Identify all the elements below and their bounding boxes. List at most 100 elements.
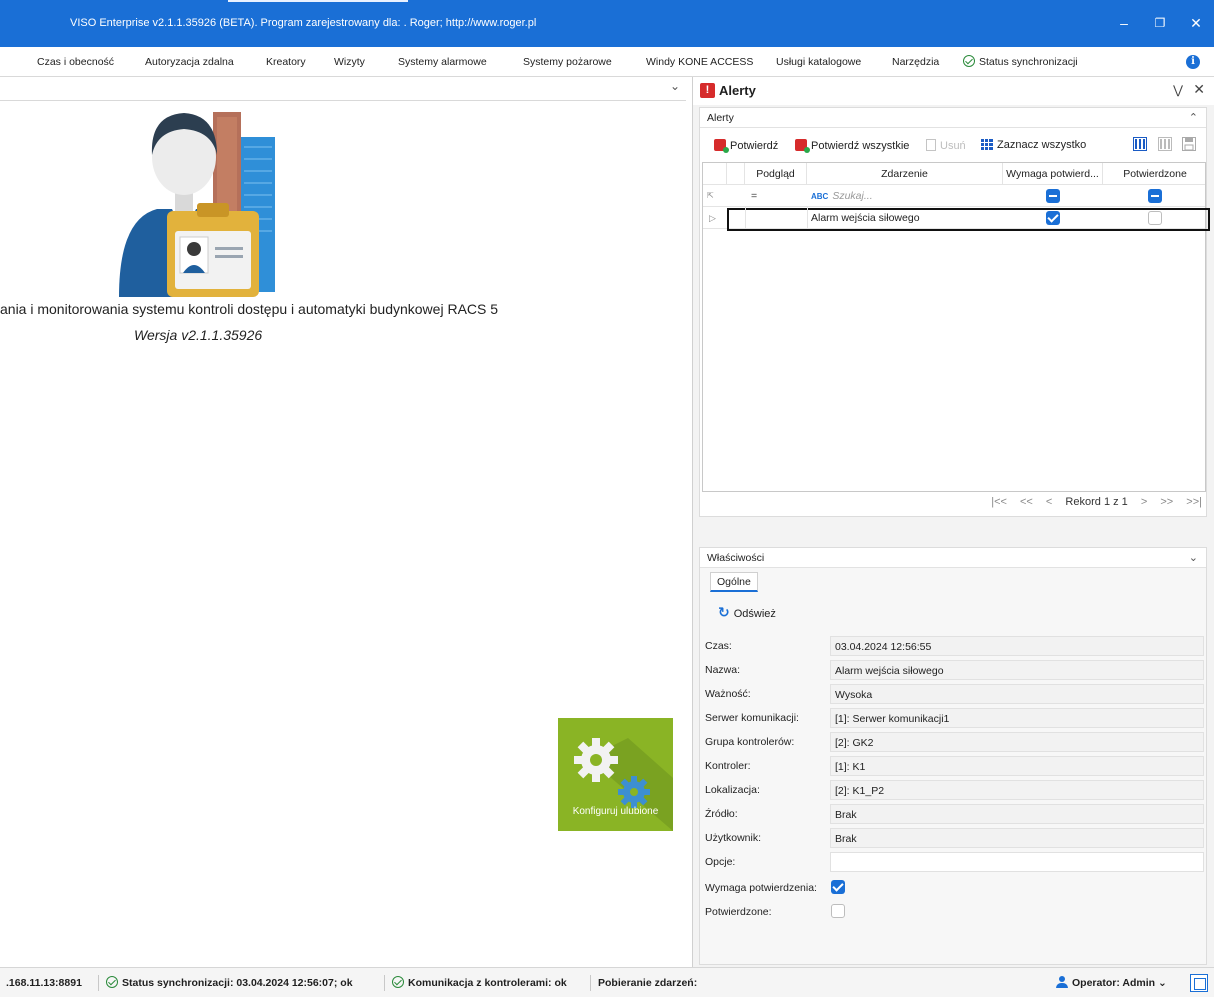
controllers-communication[interactable]: Komunikacja z kontrolerami: ok bbox=[392, 968, 567, 997]
columns-view-icon[interactable] bbox=[1133, 137, 1147, 151]
property-label: Czas: bbox=[705, 640, 732, 652]
close-panel-icon[interactable]: ✕ bbox=[1193, 81, 1205, 98]
property-value[interactable]: [2]: GK2 bbox=[830, 732, 1204, 752]
delete-button[interactable]: Usuń bbox=[926, 137, 966, 152]
menu-uslugi-katalogowe[interactable]: Usługi katalogowe bbox=[776, 47, 861, 77]
indeterminate-checkbox[interactable] bbox=[1046, 189, 1060, 204]
first-page-button[interactable]: |<< bbox=[991, 496, 1007, 508]
property-value[interactable]: [2]: K1_P2 bbox=[830, 780, 1204, 800]
row-expand-icon[interactable]: ▷ bbox=[709, 207, 723, 229]
alerts-group-header[interactable]: Alerty ⌃ bbox=[700, 108, 1206, 128]
status-separator bbox=[98, 975, 99, 991]
properties-header[interactable]: Właściwości ⌄ bbox=[700, 548, 1206, 568]
refresh-button[interactable]: ↻ Odśwież bbox=[718, 604, 776, 621]
last-page-button[interactable]: >>| bbox=[1186, 496, 1202, 508]
columns-alt-icon[interactable] bbox=[1158, 137, 1172, 151]
status-bar: .168.11.13:8891 Status synchronizacji: 0… bbox=[0, 967, 1214, 997]
controllers-communication-text: Komunikacja z kontrolerami: ok bbox=[408, 977, 567, 989]
pin-icon[interactable]: ⋁ bbox=[1173, 83, 1183, 97]
property-row: Grupa kontrolerów: [2]: GK2 bbox=[700, 732, 1206, 754]
record-counter: Rekord 1 z 1 bbox=[1065, 496, 1128, 508]
refresh-label: Odśwież bbox=[733, 608, 776, 620]
property-value[interactable]: Wysoka bbox=[830, 684, 1204, 704]
alerts-panel-title: Alerty bbox=[719, 83, 756, 98]
menu-windy-kone[interactable]: Windy KONE ACCESS bbox=[646, 47, 753, 77]
menu-status-label: Status synchronizacji bbox=[979, 56, 1078, 68]
menu-systemy-alarmowe[interactable]: Systemy alarmowe bbox=[398, 47, 487, 77]
menu-status-synchronizacji[interactable]: Status synchronizacji bbox=[963, 47, 1078, 77]
info-icon[interactable]: i bbox=[1186, 55, 1200, 69]
property-value[interactable]: Alarm wejścia siłowego bbox=[830, 660, 1204, 680]
menu-narzedzia[interactable]: Narzędzia bbox=[892, 47, 939, 77]
next-page-button[interactable]: >> bbox=[1160, 496, 1173, 508]
properties-title: Właściwości bbox=[707, 552, 765, 564]
filter-expand-icon[interactable]: ⇱ bbox=[707, 185, 725, 207]
alerts-panel: ! Alerty ⋁ ✕ Alerty ⌃ Potwierdź Potwierd… bbox=[692, 77, 1214, 967]
property-value[interactable]: 03.04.2024 12:56:55 bbox=[830, 636, 1204, 656]
requires-confirmation-label: Wymaga potwierdzenia: bbox=[705, 882, 817, 894]
chevron-down-icon[interactable]: ⌄ bbox=[1189, 551, 1198, 564]
pager: |<< << < Rekord 1 z 1 > >> >>| bbox=[981, 496, 1202, 514]
alert-icon: ! bbox=[700, 83, 715, 98]
confirm-all-label: Potwierdź wszystkie bbox=[811, 140, 910, 152]
property-row: Opcje: bbox=[700, 852, 1206, 874]
property-label: Grupa kontrolerów: bbox=[705, 736, 795, 748]
row-separator bbox=[807, 207, 808, 229]
menu-autoryzacja-zdalna[interactable]: Autoryzacja zdalna bbox=[145, 47, 234, 77]
filter-requires-confirmation[interactable] bbox=[1046, 185, 1066, 207]
window-title: VISO Enterprise v2.1.1.35926 (BETA). Pro… bbox=[70, 17, 537, 29]
chevron-up-icon[interactable]: ⌃ bbox=[1189, 111, 1198, 124]
property-value[interactable] bbox=[830, 852, 1204, 872]
preview-filter-operator[interactable]: = bbox=[751, 185, 801, 207]
sync-ok-icon bbox=[963, 55, 975, 67]
close-icon[interactable]: ✕ bbox=[1178, 0, 1214, 47]
column-potwierdzone[interactable]: Potwierdzone bbox=[1103, 163, 1207, 185]
property-label: Ważność: bbox=[705, 688, 751, 700]
save-layout-icon[interactable] bbox=[1182, 137, 1196, 151]
property-row: Ważność: Wysoka bbox=[700, 684, 1206, 706]
prev-page-button[interactable]: << bbox=[1020, 496, 1033, 508]
menu-czas-i-obecnosc[interactable]: Czas i obecność bbox=[37, 47, 114, 77]
menu-systemy-pozarowe[interactable]: Systemy pożarowe bbox=[523, 47, 612, 77]
minimize-icon[interactable]: – bbox=[1106, 0, 1142, 47]
row-separator bbox=[745, 207, 746, 229]
user-icon bbox=[1056, 976, 1068, 988]
confirmed-checkbox[interactable] bbox=[831, 904, 845, 918]
filter-confirmed[interactable] bbox=[1148, 185, 1168, 207]
confirm-button[interactable]: Potwierdź bbox=[714, 137, 778, 153]
tab-ogolne[interactable]: Ogólne bbox=[710, 572, 758, 592]
next-record-button[interactable]: > bbox=[1141, 496, 1147, 508]
event-search-input[interactable]: ABC Szukaj... bbox=[811, 185, 1001, 207]
property-value[interactable]: Brak bbox=[830, 828, 1204, 848]
server-address: .168.11.13:8891 bbox=[6, 977, 82, 989]
property-value[interactable]: Brak bbox=[830, 804, 1204, 824]
chevron-down-icon[interactable]: ⌄ bbox=[670, 79, 680, 93]
layout-icon[interactable] bbox=[1190, 974, 1208, 992]
title-bar: VISO Enterprise v2.1.1.35926 (BETA). Pro… bbox=[0, 0, 1214, 47]
confirm-all-button[interactable]: Potwierdź wszystkie bbox=[795, 137, 910, 153]
indeterminate-checkbox[interactable] bbox=[1148, 189, 1162, 204]
sync-status[interactable]: Status synchronizacji: 03.04.2024 12:56:… bbox=[106, 968, 353, 997]
restore-icon[interactable]: ❐ bbox=[1142, 0, 1178, 47]
configure-favorites-tile[interactable]: Konfiguruj ulubione bbox=[558, 718, 673, 831]
operator-menu[interactable]: Operator: Admin ⌄ bbox=[1056, 968, 1167, 997]
menu-kreatory[interactable]: Kreatory bbox=[266, 47, 306, 77]
property-label: Źródło: bbox=[705, 808, 738, 820]
column-wymaga-potwierdzenia[interactable]: Wymaga potwierd... bbox=[1003, 163, 1103, 185]
column-podglad[interactable]: Podgląd bbox=[745, 163, 807, 185]
menu-wizyty[interactable]: Wizyty bbox=[334, 47, 365, 77]
app-logo-illustration bbox=[119, 112, 275, 297]
prev-record-button[interactable]: < bbox=[1046, 496, 1052, 508]
sync-ok-icon bbox=[106, 976, 118, 988]
select-all-button[interactable]: Zaznacz wszystko bbox=[981, 137, 1086, 151]
property-label: Opcje: bbox=[705, 856, 736, 868]
property-value[interactable]: [1]: Serwer komunikacji1 bbox=[830, 708, 1204, 728]
property-value[interactable]: [1]: K1 bbox=[830, 756, 1204, 776]
delete-label: Usuń bbox=[940, 140, 966, 152]
property-row: Czas: 03.04.2024 12:56:55 bbox=[700, 636, 1206, 658]
search-placeholder: Szukaj... bbox=[832, 190, 873, 202]
text-filter-icon: ABC bbox=[811, 192, 829, 201]
column-zdarzenie[interactable]: Zdarzenie bbox=[807, 163, 1003, 185]
requires-confirmation-checkbox[interactable] bbox=[831, 880, 845, 894]
select-all-icon bbox=[981, 139, 993, 150]
